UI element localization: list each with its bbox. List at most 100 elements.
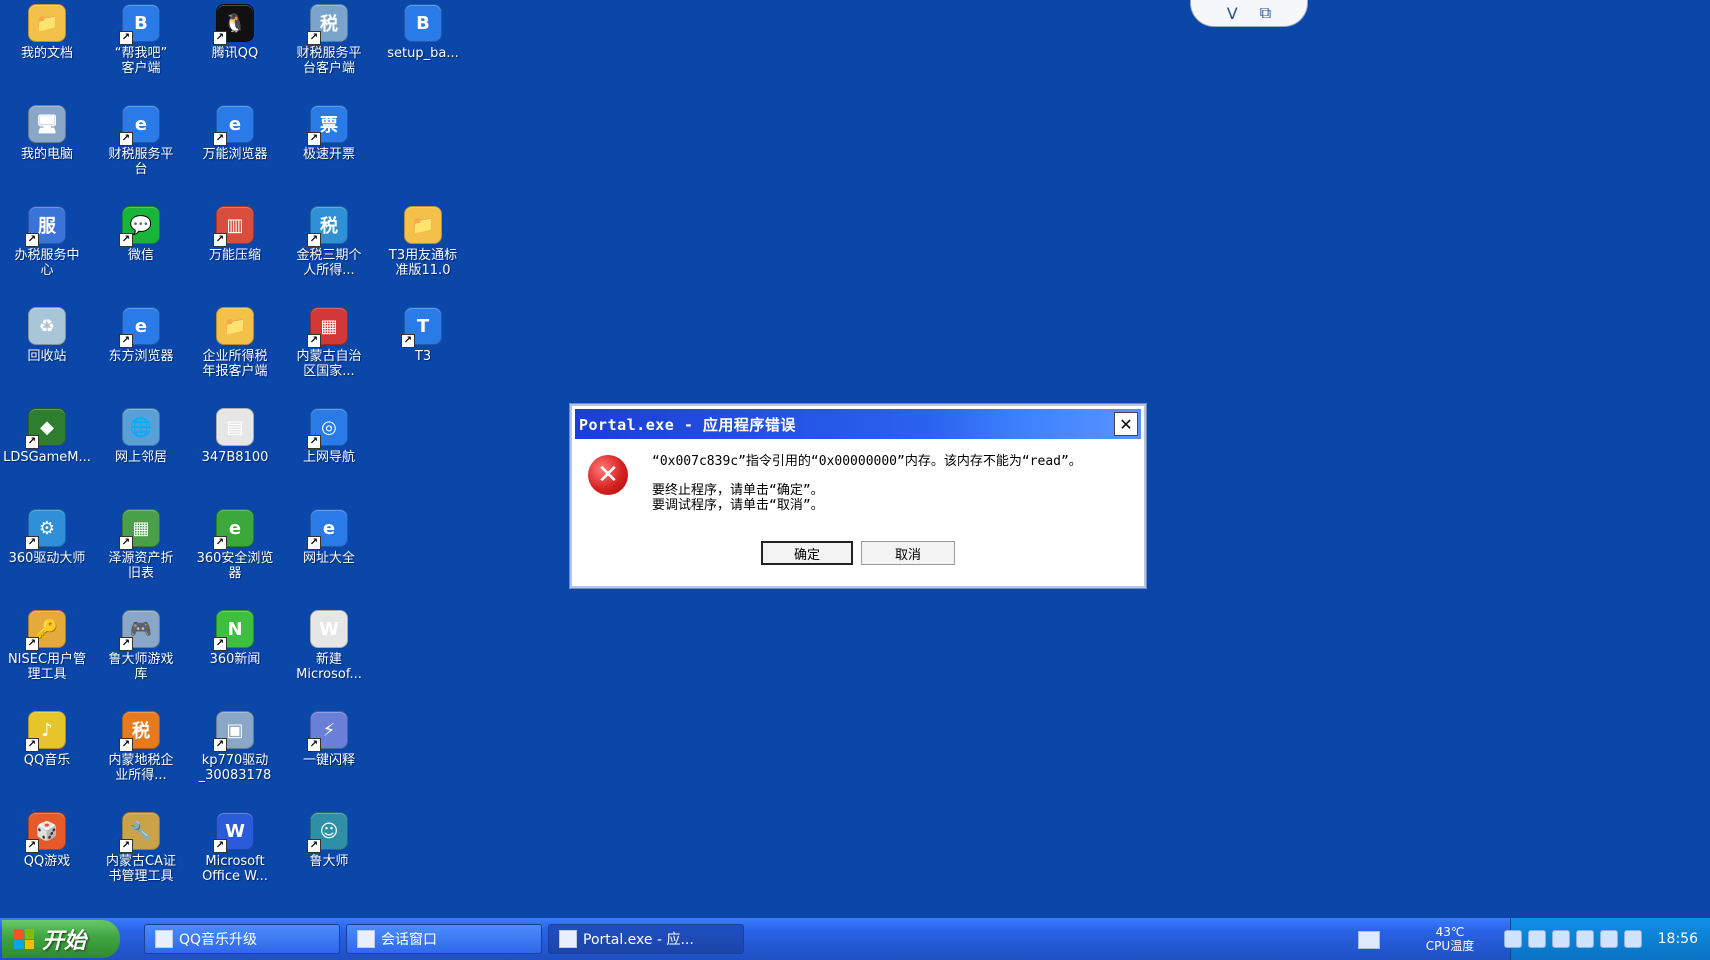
shortcut-arrow-icon: ↗ <box>119 132 133 146</box>
desktop-icon[interactable]: W 新建 Microsof... <box>282 606 376 682</box>
desktop-icon[interactable]: 服 ↗ 办税服务中 心 <box>0 202 94 278</box>
desktop-icon[interactable]: e ↗ 360安全浏览 器 <box>188 505 282 581</box>
app-icon: 税 ↗ <box>307 206 348 247</box>
desktop-icon-label: 347B8100 <box>201 450 269 465</box>
taskbar-button[interactable]: Portal.exe - 应... <box>548 924 744 954</box>
desktop-icon[interactable]: 💬 ↗ 微信 <box>94 202 188 263</box>
shortcut-arrow-icon: ↗ <box>25 233 39 247</box>
app-icon: 💬 ↗ <box>119 206 160 247</box>
desktop-icon[interactable]: 税 ↗ 内蒙地税企 业所得... <box>94 707 188 783</box>
desktop-icon-label: 极速开票 <box>302 147 355 162</box>
desktop-icon[interactable]: 税 ↗ 财税服务平 台客户端 <box>282 0 376 76</box>
app-icon: T ↗ <box>401 307 442 348</box>
desktop-icon-label: 我的电脑 <box>20 147 73 162</box>
desktop-icon-label: 新建 Microsof... <box>296 652 362 682</box>
volume-icon[interactable] <box>1575 930 1594 948</box>
desktop-icon[interactable]: N ↗ 360新闻 <box>188 606 282 667</box>
dialog-titlebar[interactable]: Portal.exe - 应用程序错误 ✕ <box>575 409 1141 439</box>
desktop-icon[interactable]: ⚡ ↗ 一键闪释 <box>282 707 376 768</box>
taskbar-button[interactable]: QQ音乐升级 <box>144 924 340 954</box>
desktop-icon[interactable]: ◆ ↗ LDSGameM... <box>0 404 94 465</box>
window-icon <box>155 930 173 948</box>
desktop-icon[interactable]: W ↗ Microsoft Office W... <box>188 808 282 884</box>
desktop-icon[interactable]: 📁 我的文档 <box>0 0 94 61</box>
app-icon: 📁 <box>28 4 66 42</box>
desktop-icon[interactable]: e ↗ 财税服务平 台 <box>94 101 188 177</box>
cpu-temp-value: 43℃ <box>1435 925 1465 939</box>
window-icon <box>559 930 577 948</box>
desktop-icon[interactable]: T ↗ T3 <box>376 303 470 364</box>
desktop-icon[interactable]: 🔑 ↗ NISEC用户管 理工具 <box>0 606 94 682</box>
update-icon[interactable] <box>1599 930 1618 948</box>
desktop-icon[interactable]: 税 ↗ 金税三期个 人所得... <box>282 202 376 278</box>
dialog-title: Portal.exe - 应用程序错误 <box>579 415 796 434</box>
desktop-icon[interactable]: 🔧 ↗ 内蒙古CA证 书管理工具 <box>94 808 188 884</box>
network-icon[interactable] <box>1527 930 1546 948</box>
shortcut-arrow-icon: ↗ <box>25 839 39 853</box>
desktop-icon[interactable]: 🐧 ↗ 腾讯QQ <box>188 0 282 61</box>
desktop-icon[interactable]: ☺ ↗ 鲁大师 <box>282 808 376 869</box>
desktop-icon[interactable]: 票 ↗ 极速开票 <box>282 101 376 162</box>
cpu-temp-label: CPU温度 <box>1425 939 1475 953</box>
shortcut-arrow-icon: ↗ <box>307 233 321 247</box>
app-icon: 票 ↗ <box>307 105 348 146</box>
shortcut-arrow-icon: ↗ <box>25 637 39 651</box>
desktop-icon[interactable]: ♻ 回收站 <box>0 303 94 364</box>
app-icon: B ↗ <box>119 4 160 45</box>
desktop-icon[interactable]: ▦ ↗ 内蒙古自治 区国家... <box>282 303 376 379</box>
desktop-icon-label: 办税服务中 心 <box>14 248 80 278</box>
shortcut-arrow-icon: ↗ <box>119 637 133 651</box>
cancel-button[interactable]: 取消 <box>861 541 955 565</box>
shortcut-arrow-icon: ↗ <box>213 738 227 752</box>
desktop-icon-label: LDSGameM... <box>3 450 91 465</box>
shortcut-arrow-icon: ↗ <box>307 738 321 752</box>
app-icon: B <box>404 4 442 42</box>
shortcut-arrow-icon: ↗ <box>213 233 227 247</box>
desktop-icon-label: T3用友通标 准版11.0 <box>388 248 458 278</box>
error-icon: ✕ <box>588 455 628 495</box>
desktop-icon[interactable]: ▤ 347B8100 <box>188 404 282 465</box>
desktop-icon[interactable]: ▣ ↗ kp770驱动 _30083178 <box>188 707 282 783</box>
shortcut-arrow-icon: ↗ <box>25 536 39 550</box>
remote-toolbar[interactable]: V ⧉ <box>1190 0 1308 27</box>
desktop-icon[interactable]: ▦ ↗ 泽源资产折 旧表 <box>94 505 188 581</box>
cpu-temperature: 43℃ CPU温度 <box>1390 918 1510 960</box>
desktop-icon[interactable]: e ↗ 网址大全 <box>282 505 376 566</box>
app-icon: 📁 <box>404 206 442 244</box>
safety-icon[interactable] <box>1551 930 1570 948</box>
keyboard-icon[interactable] <box>1358 931 1380 949</box>
desktop-icon-label: 上网导航 <box>302 450 355 465</box>
start-button[interactable]: 开始 <box>2 920 120 958</box>
desktop-icon[interactable]: 🖥 我的电脑 <box>0 101 94 162</box>
desktop-icon[interactable]: 📁 T3用友通标 准版11.0 <box>376 202 470 278</box>
desktop-icon[interactable]: 🎲 ↗ QQ游戏 <box>0 808 94 869</box>
desktop-icon[interactable]: B ↗ “帮我吧” 客户端 <box>94 0 188 76</box>
ime-icon[interactable] <box>1503 930 1522 948</box>
desktop-icon[interactable]: ▥ ↗ 万能压缩 <box>188 202 282 263</box>
window-icon <box>357 930 375 948</box>
desktop-icon[interactable]: ♪ ↗ QQ音乐 <box>0 707 94 768</box>
desktop-icon[interactable]: e ↗ 东方浏览器 <box>94 303 188 364</box>
desktop-icon[interactable]: 🌐 网上邻居 <box>94 404 188 465</box>
shortcut-arrow-icon: ↗ <box>119 738 133 752</box>
taskbar-button[interactable]: 会话窗口 <box>346 924 542 954</box>
desktop-icon[interactable]: e ↗ 万能浏览器 <box>188 101 282 162</box>
security-icon[interactable] <box>1623 930 1642 948</box>
desktop-icon-label: 360驱动大师 <box>8 551 86 566</box>
close-button[interactable]: ✕ <box>1114 412 1138 436</box>
shortcut-arrow-icon: ↗ <box>213 637 227 651</box>
message-line-2: 要终止程序，请单击“确定”。 <box>652 483 824 498</box>
desktop-icon[interactable]: Bsetup_ba... <box>376 0 470 61</box>
desktop-icon[interactable]: ◎ ↗ 上网导航 <box>282 404 376 465</box>
app-icon: ♪ ↗ <box>25 711 66 752</box>
desktop-icon[interactable]: 📁 企业所得税 年报客户端 <box>188 303 282 379</box>
shortcut-arrow-icon: ↗ <box>307 334 321 348</box>
ok-button[interactable]: 确定 <box>761 541 853 565</box>
app-icon: W ↗ <box>213 812 254 853</box>
chevron-down-icon[interactable]: V <box>1227 4 1238 23</box>
expand-icon[interactable]: ⧉ <box>1260 3 1271 23</box>
desktop-icon-label: 360安全浏览 器 <box>196 551 274 581</box>
desktop-icon[interactable]: 🎮 ↗ 鲁大师游戏 库 <box>94 606 188 682</box>
shortcut-arrow-icon: ↗ <box>213 839 227 853</box>
desktop-icon[interactable]: ⚙ ↗ 360驱动大师 <box>0 505 94 566</box>
